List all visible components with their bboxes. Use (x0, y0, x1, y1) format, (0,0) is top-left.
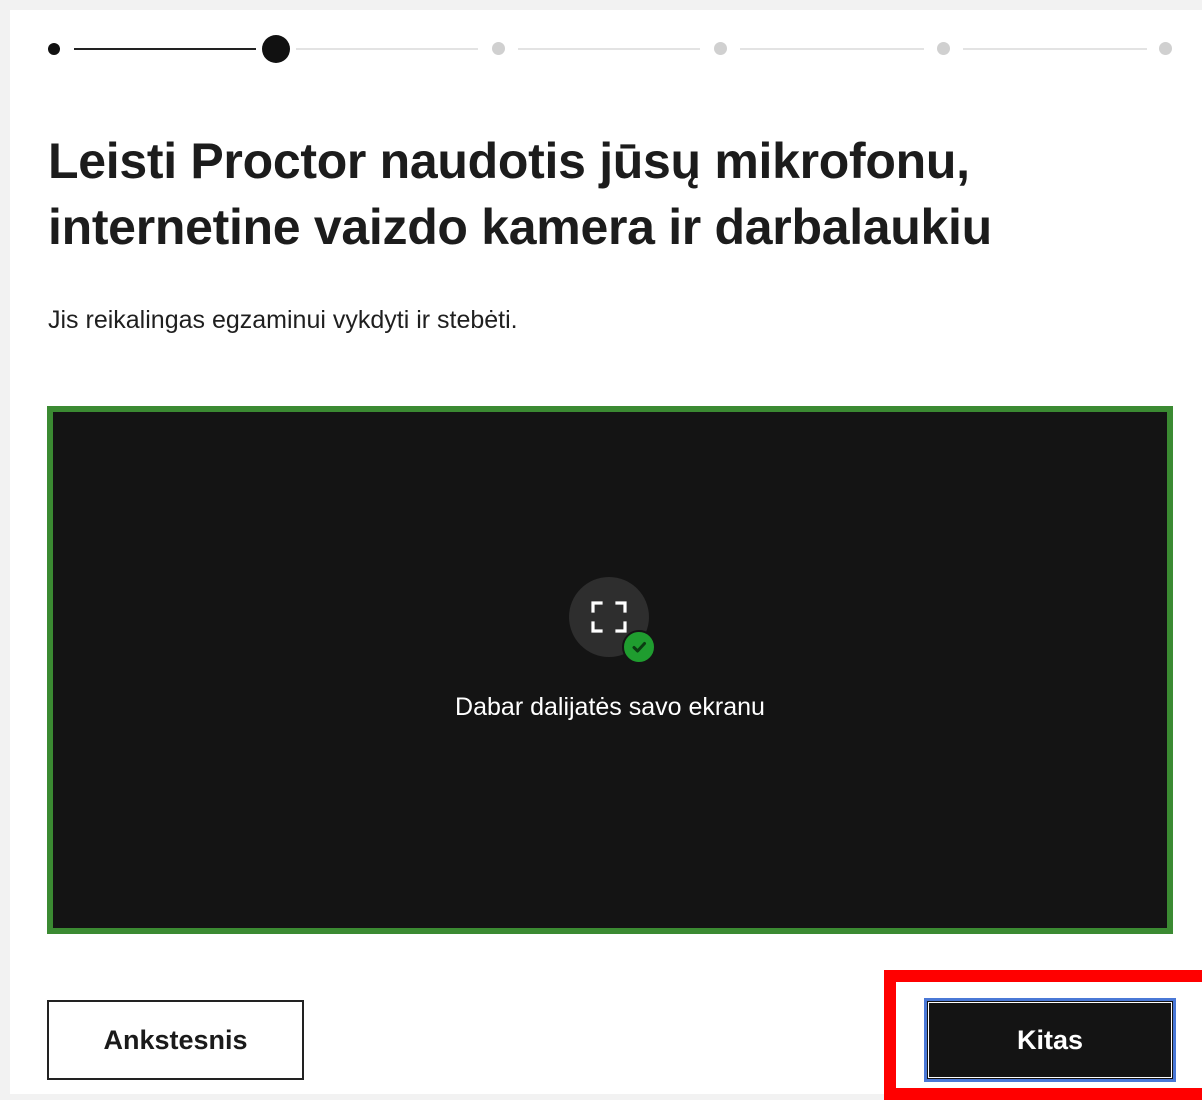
step-1-dot (48, 43, 60, 55)
check-icon (622, 630, 656, 664)
page-title: Leisti Proctor naudotis jūsų mikrofonu, … (48, 128, 1148, 260)
step-2-dot-current (262, 35, 290, 63)
page-subtitle: Jis reikalingas egzaminui vykdyti ir ste… (48, 306, 518, 334)
progress-stepper (0, 0, 1202, 90)
screen-share-preview (47, 406, 1173, 934)
step-4-dot (714, 42, 727, 55)
previous-button[interactable]: Ankstesnis (47, 1000, 304, 1080)
step-5-dot (937, 42, 950, 55)
step-6-dot (1159, 42, 1172, 55)
title-line-1: Leisti Proctor naudotis jūsų mikrofonu, (48, 133, 970, 189)
next-button[interactable]: Kitas (924, 998, 1176, 1082)
step-3-connector (518, 48, 700, 50)
step-2-connector (296, 48, 478, 50)
step-1-connector (74, 48, 256, 50)
title-line-2: internetine vaizdo kamera ir darbalaukiu (48, 199, 992, 255)
screen-share-status-text: Dabar dalijatės savo ekranu (455, 693, 765, 721)
step-4-connector (740, 48, 924, 50)
step-5-connector (963, 48, 1147, 50)
step-3-dot (492, 42, 505, 55)
